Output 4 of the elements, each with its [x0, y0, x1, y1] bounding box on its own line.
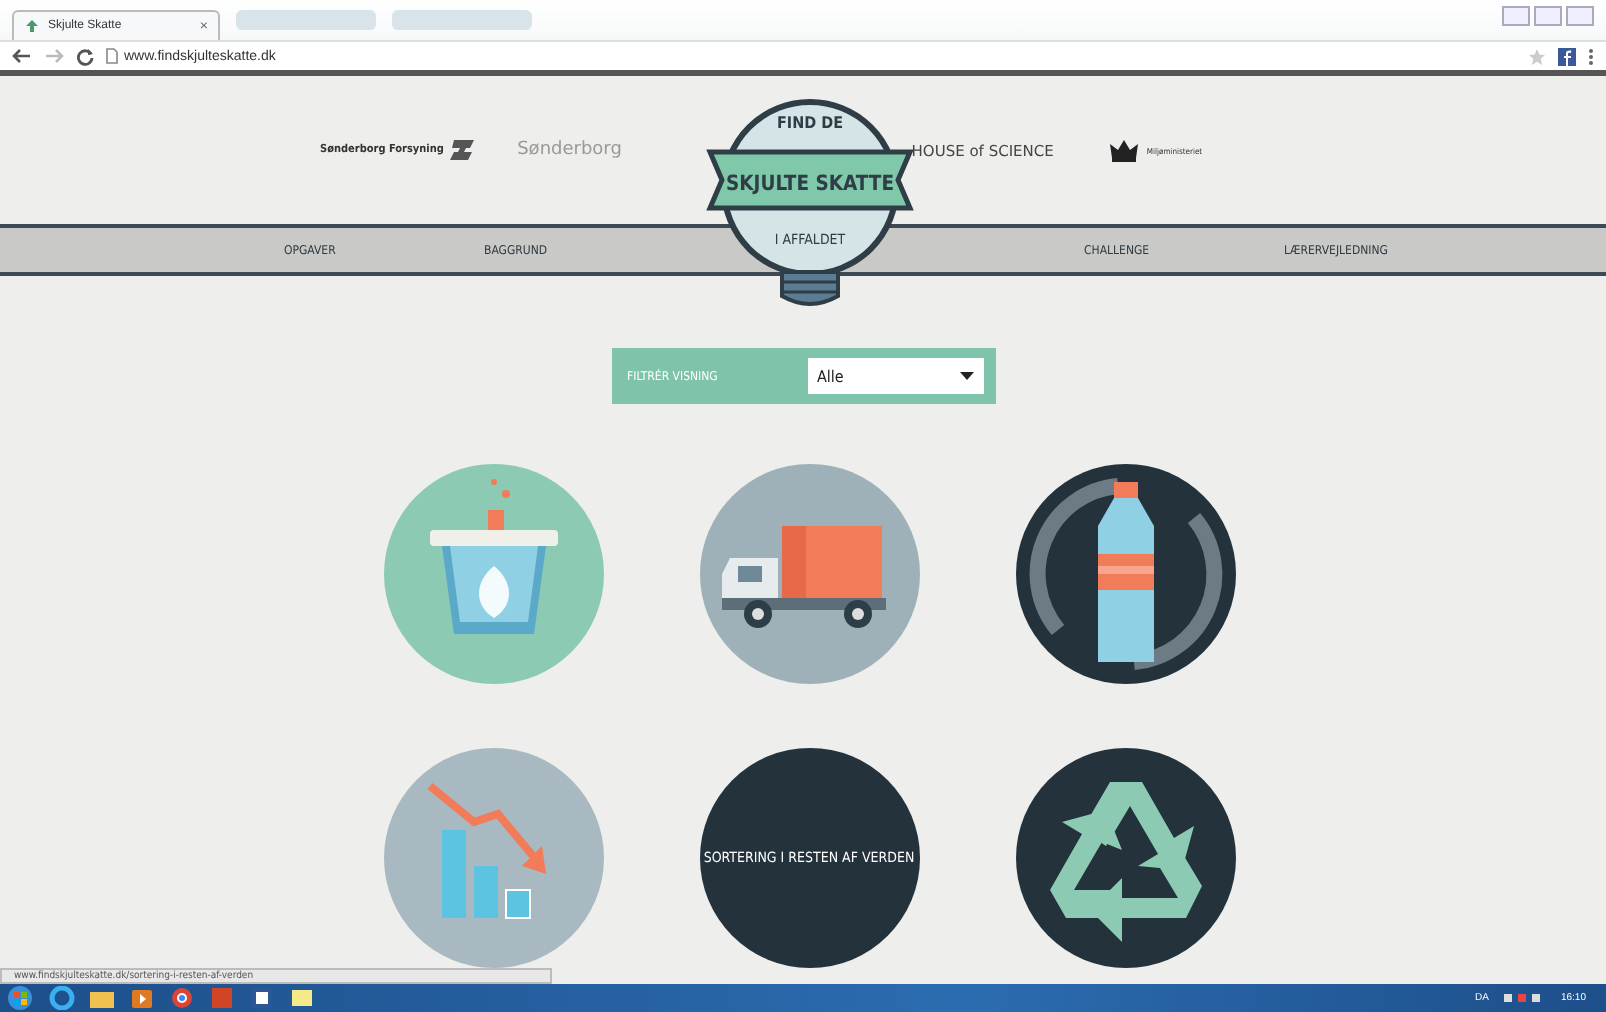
filter-dropdown[interactable]: Alle: [807, 358, 983, 394]
partner-name: Sønderborg: [517, 140, 622, 160]
badge-top-text: FIND DE: [777, 114, 843, 132]
badge-title: SKJULTE SKATTE: [726, 172, 898, 196]
